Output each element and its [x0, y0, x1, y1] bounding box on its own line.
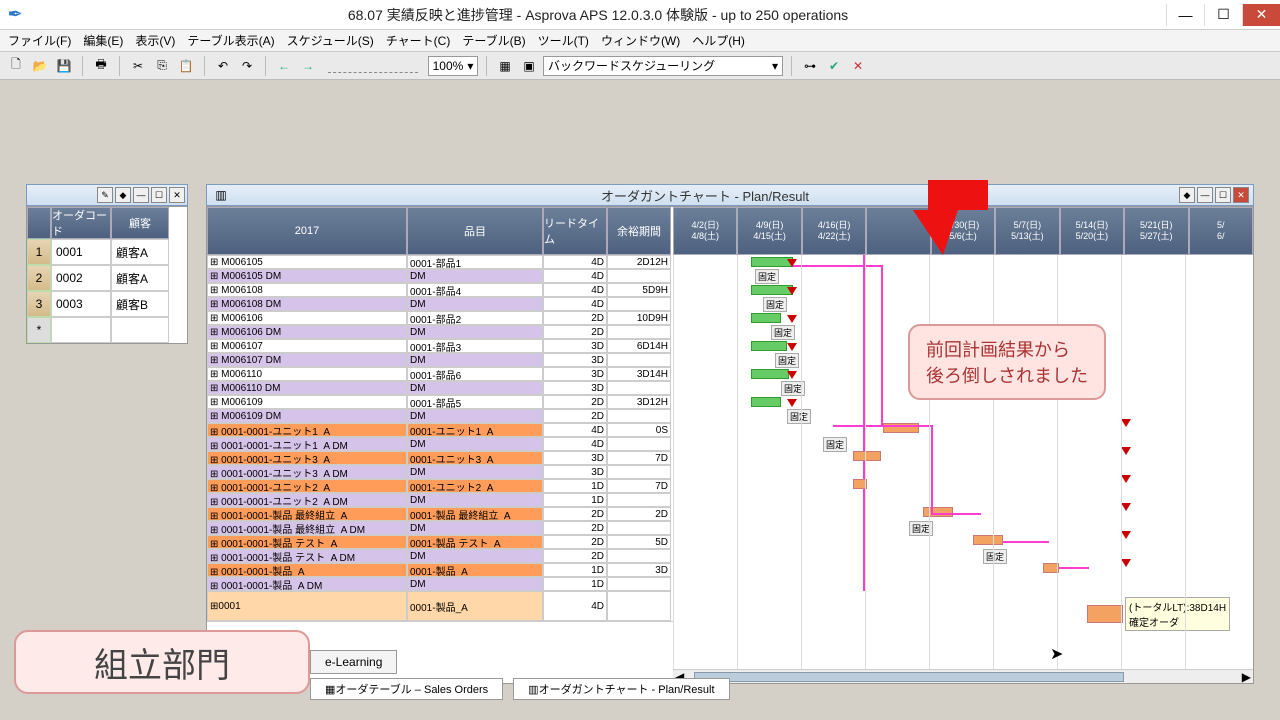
table-row[interactable]: ⊞ 0001-0001-製品 最終組立_A0001-製品 最終組立_A2D2D — [207, 507, 673, 521]
zoom-select[interactable]: 100%▾ — [428, 56, 478, 76]
h-scrollbar[interactable]: ◀ ▶ — [673, 669, 1253, 683]
date-header: 4/16(日)4/22(土) — [802, 207, 866, 255]
table-row[interactable]: ⊞ 0001-0001-ユニット2_A DMDM1D — [207, 493, 673, 507]
menu-item[interactable]: チャート(C) — [386, 32, 451, 49]
forward-icon[interactable]: → — [298, 56, 318, 76]
table-row[interactable]: ⊞ 0001-0001-ユニット3_A0001-ユニット3_A3D7D — [207, 451, 673, 465]
table-row[interactable]: ⊞ M0061090001-部品52D3D12H — [207, 395, 673, 409]
table-row[interactable]: ⊞ M0061070001-部品33D6D14H — [207, 339, 673, 353]
menu-item[interactable]: 編集(E) — [83, 32, 123, 49]
panel-pin-icon[interactable]: ✎ — [97, 187, 113, 203]
table-row[interactable]: ⊞ M0061050001-部品14D2D12H — [207, 255, 673, 269]
menu-item[interactable]: ウィンドウ(W) — [601, 32, 680, 49]
panel-max-icon[interactable]: ☐ — [151, 187, 167, 203]
gp-min-icon[interactable]: — — [1197, 187, 1213, 203]
table-row[interactable]: 30003顧客B — [27, 291, 187, 317]
table-row[interactable]: ⊞ 0001-0001-ユニット3_A DMDM3D — [207, 465, 673, 479]
table-row[interactable]: ⊞ M006109 DMDM2D — [207, 409, 673, 423]
check-icon[interactable]: ✔ — [824, 56, 844, 76]
menu-item[interactable]: ヘルプ(H) — [692, 32, 745, 49]
minimize-button[interactable]: — — [1166, 4, 1204, 26]
order-panel: ✎ ◆ — ☐ ✕ オーダコード 顧客 10001顧客A20002顧客A3000… — [26, 184, 188, 344]
gantt-panel: ▥ オーダガントチャート - Plan/Result ◆ — ☐ ✕ 2017 … — [206, 184, 1254, 684]
callout: 前回計画結果から 後ろ倒しされました — [908, 324, 1106, 400]
table-row[interactable]: ⊞ 0001-0001-製品_A0001-製品_A1D3D — [207, 563, 673, 577]
menu-item[interactable]: 表示(V) — [135, 32, 175, 49]
gp-gear-icon[interactable]: ◆ — [1179, 187, 1195, 203]
back-icon[interactable]: ← — [274, 56, 294, 76]
date-header: 5/6/ — [1189, 207, 1253, 255]
titlebar: ✒ 68.07 実績反映と進捗管理 - Asprova APS 12.0.3.0… — [0, 0, 1280, 30]
red-arrow-icon — [898, 180, 988, 260]
gantt-title: オーダガントチャート - Plan/Result — [231, 186, 1179, 205]
undo-icon[interactable]: ↶ — [213, 56, 233, 76]
tab-elearning[interactable]: e-Learning — [310, 650, 397, 674]
save-icon[interactable]: 💾 — [54, 56, 74, 76]
order-table[interactable]: オーダコード 顧客 10001顧客A20002顧客A30003顧客B * — [26, 206, 188, 344]
cursor-icon: ➤ — [1050, 644, 1063, 664]
panel-close-icon[interactable]: ✕ — [169, 187, 185, 203]
department-label: 組立部門 — [14, 630, 310, 694]
new-icon[interactable]: 🗋 — [6, 56, 26, 76]
ruler — [328, 59, 418, 73]
table-row[interactable]: ⊞ M006108 DMDM4D — [207, 297, 673, 311]
paste-icon[interactable]: 📋 — [176, 56, 196, 76]
doc-tab-gantt[interactable]: ▥ オーダガントチャート - Plan/Result — [513, 678, 729, 700]
window-title: 68.07 実績反映と進捗管理 - Asprova APS 12.0.3.0 体… — [30, 5, 1166, 25]
gantt-timeline[interactable]: 4/2(日)4/8(土)4/9(日)4/15(土)4/16(日)4/22(土)4… — [673, 207, 1253, 683]
sched-icon2[interactable]: ▣ — [519, 56, 539, 76]
date-header: 5/21(日)5/27(土) — [1124, 207, 1188, 255]
table-row[interactable]: ⊞ 0001-0001-ユニット1_A0001-ユニット1_A4D0S — [207, 423, 673, 437]
date-header: 5/7(日)5/13(土) — [995, 207, 1059, 255]
menu-item[interactable]: テーブル(B) — [462, 32, 525, 49]
panel-gear-icon[interactable]: ◆ — [115, 187, 131, 203]
date-header: 5/14(日)5/20(土) — [1060, 207, 1124, 255]
table-row[interactable]: ⊞ M006106 DMDM2D — [207, 325, 673, 339]
date-header: 4/2(日)4/8(土) — [673, 207, 737, 255]
table-row[interactable]: 10001顧客A — [27, 239, 187, 265]
cut-icon[interactable]: ✂ — [128, 56, 148, 76]
table-row[interactable]: ⊞ 0001-0001-製品 テスト_A DMDM2D — [207, 549, 673, 563]
tooltip: (トータルLT):38D14H 確定オーダ — [1125, 597, 1230, 631]
date-header: 4/9(日)4/15(土) — [737, 207, 801, 255]
gantt-left-grid[interactable]: 2017 品目 リードタイム 余裕期間 ⊞ M0061050001-部品14D2… — [207, 207, 673, 683]
sched-icon[interactable]: ▦ — [495, 56, 515, 76]
menu-item[interactable]: ツール(T) — [538, 32, 589, 49]
table-row[interactable]: ⊞ M0061080001-部品44D5D9H — [207, 283, 673, 297]
menu-item[interactable]: スケジュール(S) — [287, 32, 374, 49]
menu-item[interactable]: テーブル表示(A) — [187, 32, 274, 49]
maximize-button[interactable]: ☐ — [1204, 4, 1242, 26]
table-row[interactable]: ⊞ M006110 DMDM3D — [207, 381, 673, 395]
toolbar: 🗋 📂 💾 🖶 ✂ ⎘ 📋 ↶ ↷ ← → 100%▾ ▦ ▣ バックワードスケ… — [0, 52, 1280, 80]
table-row[interactable]: ⊞ 0001-0001-製品 テスト_A0001-製品 テスト_A2D5D — [207, 535, 673, 549]
table-row[interactable]: ⊞ M0061060001-部品22D10D9H — [207, 311, 673, 325]
gp-max-icon[interactable]: ☐ — [1215, 187, 1231, 203]
menubar: ファイル(F) 編集(E) 表示(V) テーブル表示(A) スケジュール(S) チャート(… — [0, 30, 1280, 52]
table-row[interactable]: ⊞ M006107 DMDM3D — [207, 353, 673, 367]
table-row[interactable]: ⊞ 0001-0001-製品_A DMDM1D — [207, 577, 673, 591]
gp-close-icon[interactable]: ✕ — [1233, 187, 1249, 203]
open-icon[interactable]: 📂 — [30, 56, 50, 76]
menu-item[interactable]: ファイル(F) — [8, 32, 71, 49]
panel-min-icon[interactable]: — — [133, 187, 149, 203]
table-row[interactable]: 20002顧客A — [27, 265, 187, 291]
table-row[interactable]: ⊞ M006105 DMDM4D — [207, 269, 673, 283]
copy-icon[interactable]: ⎘ — [152, 56, 172, 76]
table-row[interactable]: ⊞ 0001-0001-ユニット1_A DMDM4D — [207, 437, 673, 451]
app-icon: ✒ — [0, 4, 30, 25]
doc-tab-orders[interactable]: ▦ オーダテーブル – Sales Orders — [310, 678, 503, 700]
redo-icon[interactable]: ↷ — [237, 56, 257, 76]
link-icon[interactable]: ⊶ — [800, 56, 820, 76]
print-icon[interactable]: 🖶 — [91, 56, 111, 76]
table-row[interactable]: ⊞ 0001-0001-ユニット2_A0001-ユニット2_A1D7D — [207, 479, 673, 493]
table-row[interactable]: ⊞ M0061100001-部品63D3D14H — [207, 367, 673, 381]
schedule-mode-select[interactable]: バックワードスケジューリング▾ — [543, 56, 783, 76]
x-icon[interactable]: ✕ — [848, 56, 868, 76]
table-row[interactable]: ⊞ 0001-0001-製品 最終組立_A DMDM2D — [207, 521, 673, 535]
gantt-icon[interactable]: ▥ — [211, 185, 231, 205]
close-button[interactable]: ✕ — [1242, 4, 1280, 26]
